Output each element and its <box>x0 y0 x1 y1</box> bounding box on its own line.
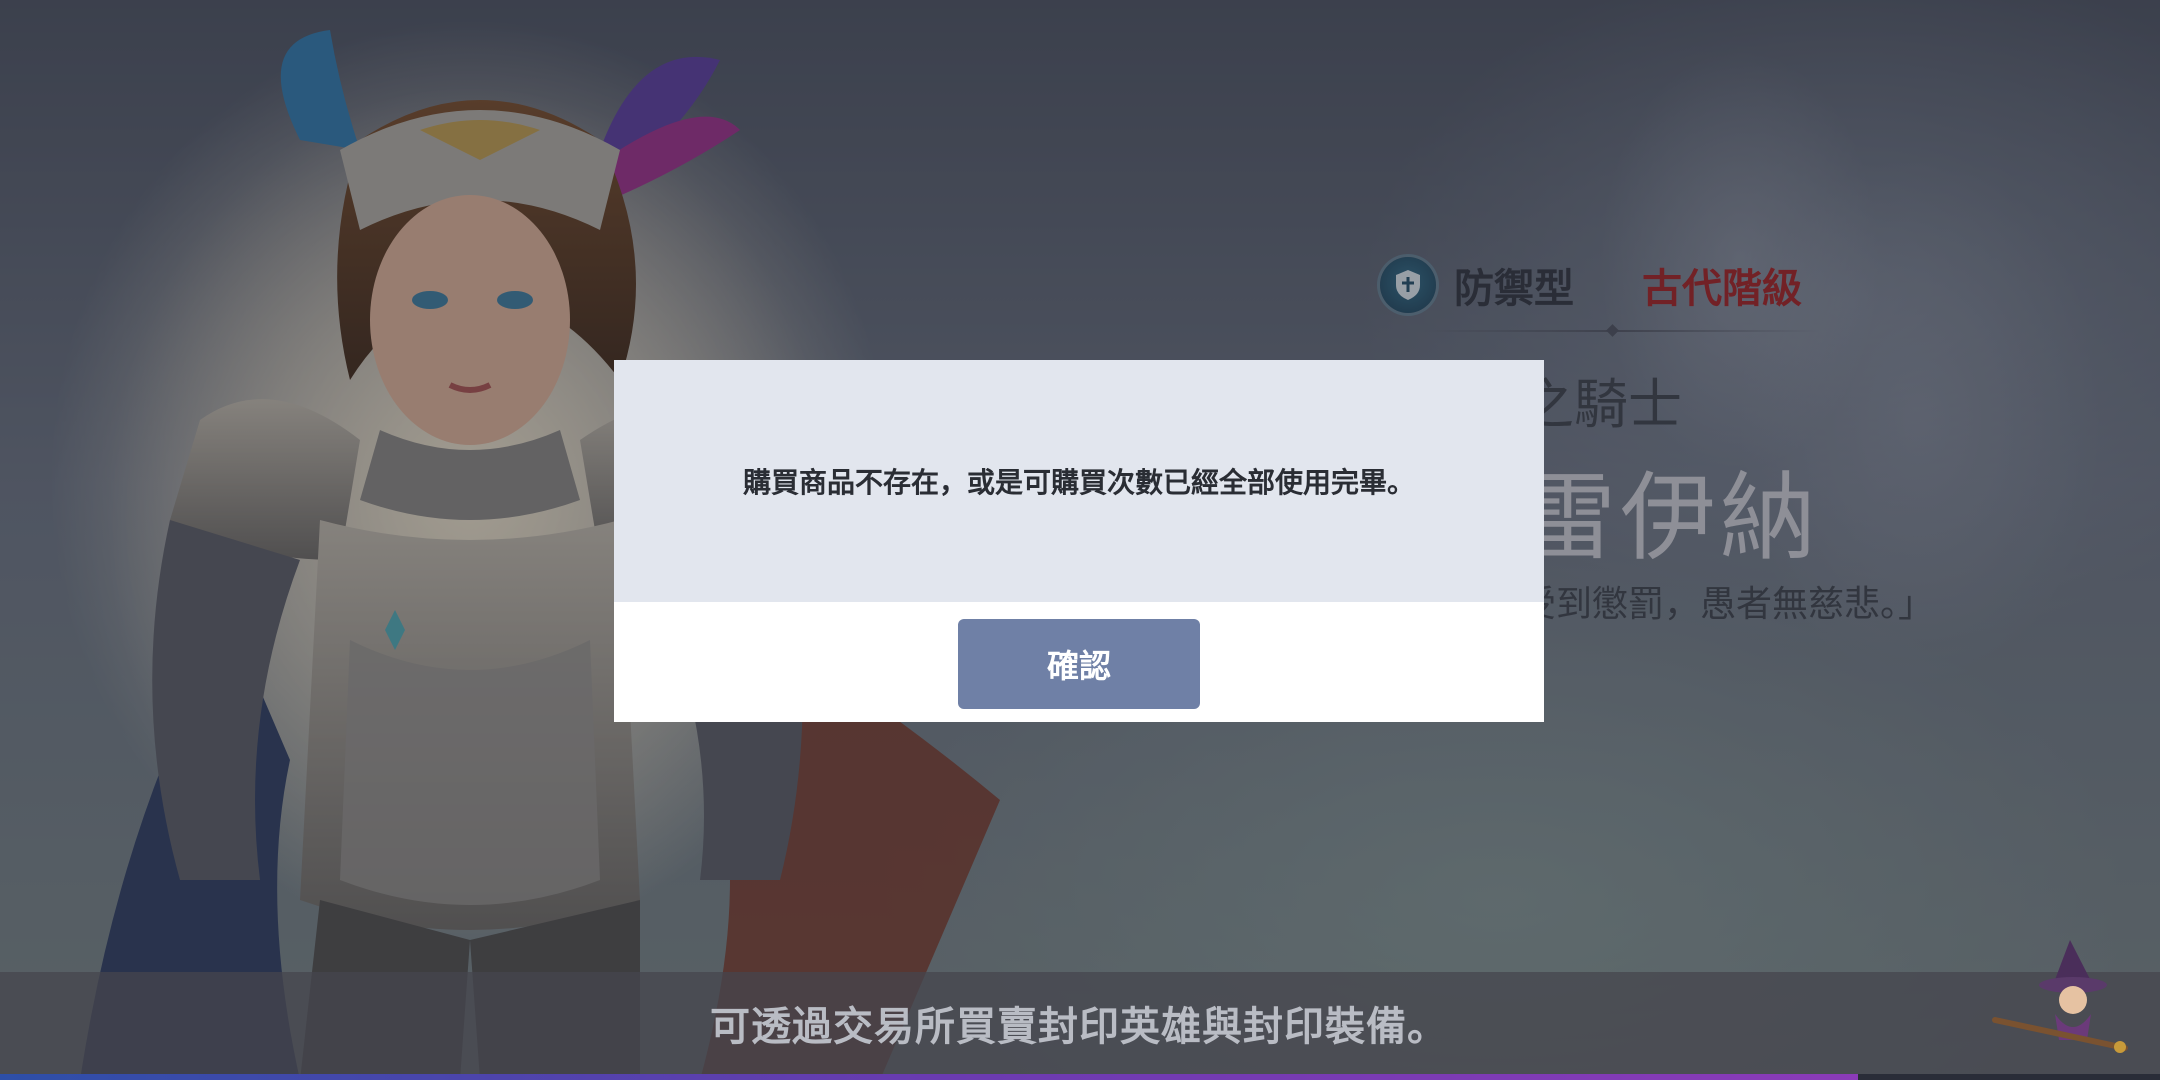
dialog-message-area: 購買商品不存在，或是可購買次數已經全部使用完畢。 <box>614 360 1544 602</box>
dialog-message: 購買商品不存在，或是可購買次數已經全部使用完畢。 <box>742 466 1415 499</box>
confirm-button[interactable]: 確認 <box>958 619 1200 709</box>
loading-tip-bar: 可透過交易所買賣封印英雄與封印裝備。 <box>0 972 2160 1074</box>
loading-progress-fill <box>0 1074 1858 1080</box>
alert-dialog: 購買商品不存在，或是可購買次數已經全部使用完畢。 確認 <box>614 360 1544 722</box>
loading-progress-bar <box>0 1074 2160 1080</box>
witch-mascot-icon <box>1992 940 2128 1053</box>
loading-tip-text: 可透過交易所買賣封印英雄與封印裝備。 <box>710 1004 1448 1050</box>
